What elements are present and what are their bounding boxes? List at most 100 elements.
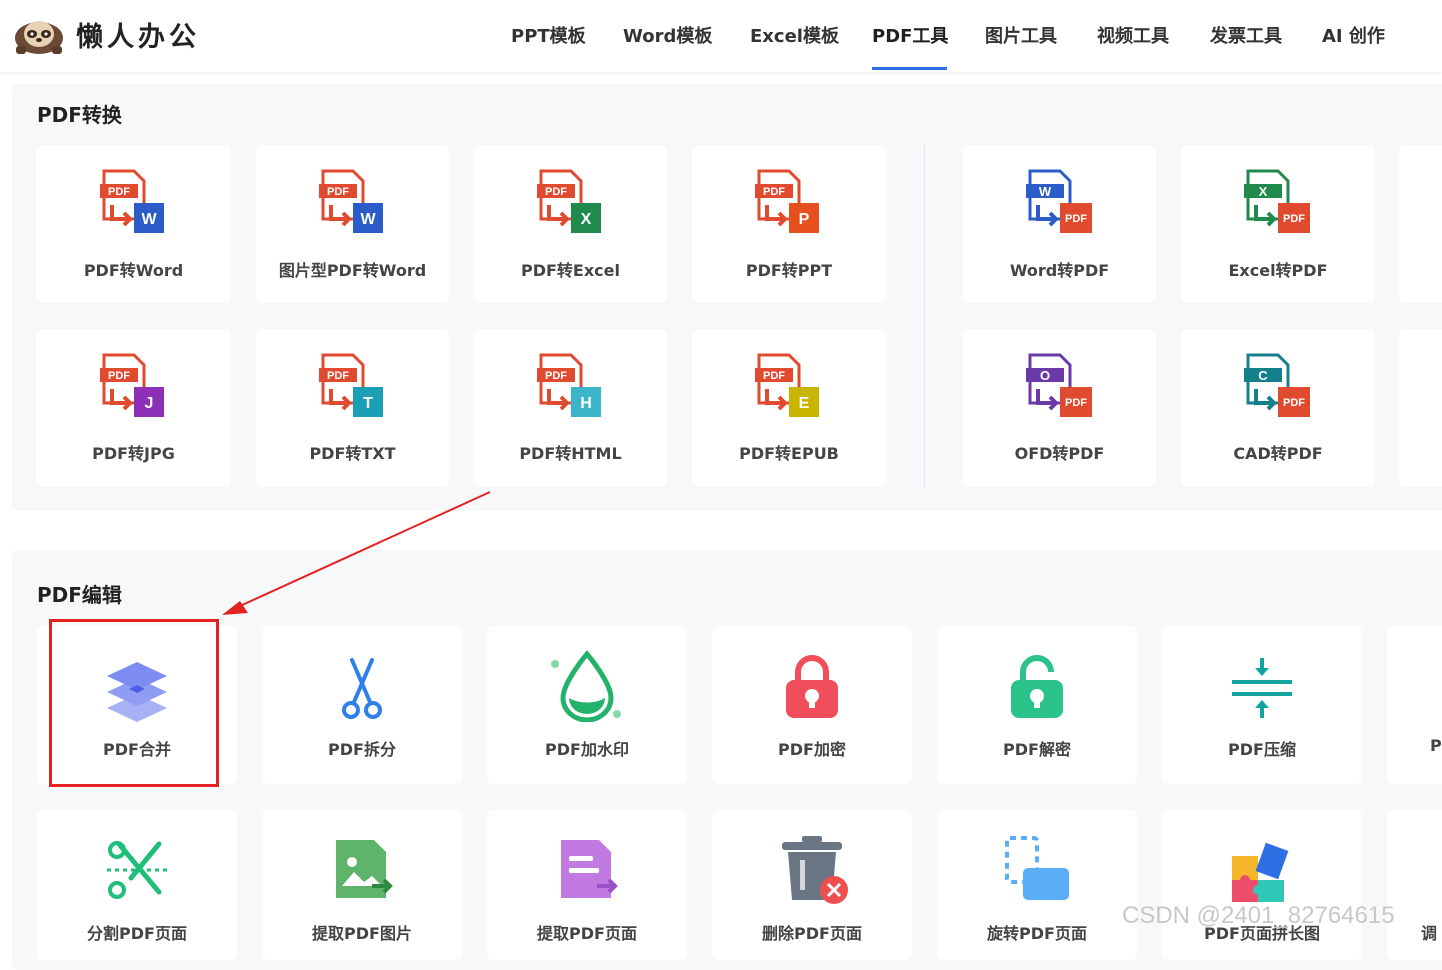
tool-label: PDF转HTML [519, 444, 622, 463]
tool-pdf-compress[interactable]: PDF压缩 [1162, 626, 1362, 784]
tool-pdf-to-word[interactable]: PDF W PDF转Word [36, 145, 231, 303]
tool-label: 旋转PDF页面 [987, 924, 1087, 943]
svg-text:W: W [360, 211, 376, 228]
tool-pdf-to-jpg[interactable]: PDF J PDF转JPG [36, 329, 231, 487]
active-nav-indicator [872, 67, 947, 70]
tool-label: CAD转PDF [1233, 444, 1323, 463]
word-to-pdf-icon: W PDF [1025, 169, 1092, 233]
tool-pdf-watermark[interactable]: PDF加水印 [487, 626, 687, 784]
lock-icon [786, 655, 838, 718]
tool-excel-to-pdf[interactable]: X PDF Excel转PDF [1181, 145, 1375, 303]
tool-pdf-to-epub[interactable]: PDF E PDF转EPUB [692, 329, 886, 487]
tool-cad-to-pdf[interactable]: C PDF CAD转PDF [1181, 329, 1375, 487]
tool-extract-pdf-images[interactable]: 提取PDF图片 [262, 810, 462, 960]
rotate-page-icon [1005, 836, 1069, 900]
nav-word-templates[interactable]: Word模板 [623, 22, 712, 48]
compress-icon [1232, 658, 1292, 718]
tool-label: PDF压缩 [1228, 740, 1296, 759]
nav-ai-create[interactable]: AI 创作 [1322, 22, 1385, 48]
pdf-edit-title: PDF编辑 [37, 583, 122, 607]
tool-pdf-split[interactable]: PDF拆分 [262, 626, 462, 784]
tool-extract-pdf-pages[interactable]: 提取PDF页面 [487, 810, 687, 960]
tool-ofd-to-pdf[interactable]: O PDF OFD转PDF [963, 329, 1156, 487]
brand-name: 懒人办公 [76, 21, 200, 53]
tool-label: PDF转PPT [745, 261, 833, 280]
tool-card-partial[interactable] [1399, 329, 1442, 487]
tool-card-partial[interactable] [1399, 145, 1442, 303]
nav-image-tools[interactable]: 图片工具 [985, 22, 1057, 48]
tool-label: P [1430, 736, 1442, 755]
tool-label: PDF拆分 [328, 740, 396, 759]
svg-text:X: X [1259, 184, 1268, 199]
tool-pdf-decrypt[interactable]: PDF解密 [937, 626, 1137, 784]
svg-text:PDF: PDF [327, 186, 349, 198]
nav-video-tools[interactable]: 视频工具 [1097, 22, 1169, 48]
tool-pdf-pages-long-image[interactable]: PDF页面拼长图 [1162, 810, 1362, 960]
excel-to-pdf-icon: X PDF [1244, 169, 1310, 233]
nav-ppt-templates[interactable]: PPT模板 [511, 22, 586, 48]
svg-text:PDF: PDF [1065, 213, 1087, 225]
tool-label: 分割PDF页面 [87, 924, 187, 943]
tool-pdf-encrypt[interactable]: PDF加密 [712, 626, 912, 784]
watermark-text: CSDN @2401_82764615 [1122, 902, 1395, 929]
trash-icon [782, 836, 848, 904]
svg-text:PDF: PDF [108, 186, 130, 198]
tool-label: 提取PDF页面 [537, 924, 637, 943]
pdf-to-txt-icon: PDF T [318, 353, 383, 417]
cad-to-pdf-icon: C PDF [1244, 353, 1310, 417]
svg-text:J: J [144, 395, 153, 412]
tool-pdf-to-html[interactable]: PDF H PDF转HTML [474, 329, 667, 487]
tool-label: 删除PDF页面 [762, 924, 862, 943]
tool-label: PDF转EPUB [739, 444, 839, 463]
tool-word-to-pdf[interactable]: W PDF Word转PDF [963, 145, 1156, 303]
pdf-to-excel-icon: PDF X [536, 169, 601, 233]
tool-label: PDF转JPG [92, 444, 175, 463]
svg-text:O: O [1039, 368, 1049, 383]
tool-card-partial[interactable]: P [1387, 626, 1442, 784]
cut-pages-icon [107, 841, 167, 899]
highlight-box [49, 619, 219, 787]
svg-text:T: T [363, 395, 373, 412]
nav-excel-templates[interactable]: Excel模板 [750, 22, 839, 48]
tool-label: Excel转PDF [1228, 261, 1328, 280]
svg-text:W: W [141, 211, 157, 228]
nav-pdf-tools[interactable]: PDF工具 [872, 22, 948, 48]
pdf-to-ppt-icon: PDF P [755, 169, 819, 233]
pdf-to-html-icon: PDF H [536, 353, 601, 417]
svg-text:PDF: PDF [763, 186, 785, 198]
puzzle-icon [1232, 842, 1289, 902]
svg-text:PDF: PDF [1283, 213, 1305, 225]
svg-text:PDF: PDF [545, 370, 567, 382]
site-logo[interactable]: 懒人办公 [12, 12, 200, 56]
section-divider [924, 145, 925, 488]
pdf-to-epub-icon: PDF E [755, 353, 819, 417]
svg-text:X: X [580, 211, 591, 228]
tool-label: PDF转Excel [520, 261, 620, 280]
water-drop-icon [551, 650, 621, 722]
tool-split-pdf-pages[interactable]: 分割PDF页面 [37, 810, 237, 960]
tool-pdf-to-excel[interactable]: PDF X PDF转Excel [474, 145, 667, 303]
sloth-logo-icon [15, 21, 63, 54]
extract-image-icon [336, 840, 393, 898]
svg-text:PDF: PDF [763, 370, 785, 382]
tool-card-partial[interactable]: 调 [1387, 810, 1442, 960]
pdf-convert-title: PDF转换 [37, 103, 122, 127]
tool-label: 提取PDF图片 [312, 924, 412, 943]
svg-text:E: E [799, 395, 810, 412]
nav-invoice-tools[interactable]: 发票工具 [1210, 22, 1282, 48]
tool-label: PDF加密 [778, 740, 846, 759]
tool-pdf-to-txt[interactable]: PDF T PDF转TXT [256, 329, 449, 487]
tool-image-pdf-to-word[interactable]: PDF W 图片型PDF转Word [256, 145, 449, 303]
extract-page-icon [561, 840, 618, 898]
tool-delete-pdf-pages[interactable]: 删除PDF页面 [712, 810, 912, 960]
ofd-to-pdf-icon: O PDF [1025, 353, 1092, 417]
tool-label: PDF解密 [1003, 740, 1071, 759]
svg-text:PDF: PDF [1065, 397, 1087, 409]
tool-rotate-pdf-pages[interactable]: 旋转PDF页面 [937, 810, 1137, 960]
tool-label: Word转PDF [1009, 261, 1110, 280]
tool-pdf-to-ppt[interactable]: PDF P PDF转PPT [692, 145, 886, 303]
svg-text:PDF: PDF [108, 370, 130, 382]
pdf-to-jpg-icon: PDF J [99, 353, 164, 417]
tool-label: 调 [1421, 924, 1438, 943]
svg-text:H: H [580, 395, 592, 412]
